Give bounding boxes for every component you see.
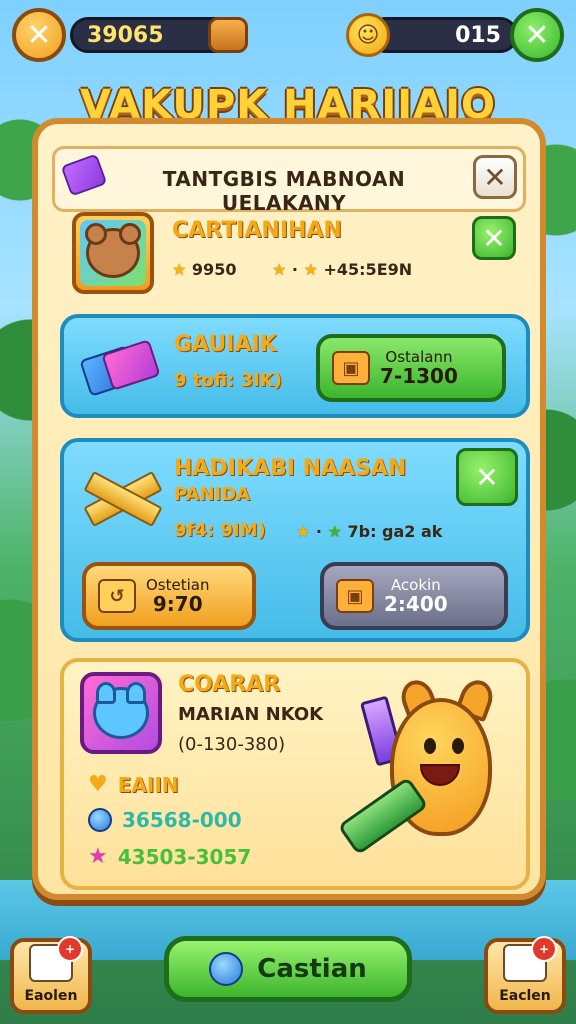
quest-left-button[interactable]: ↺ Ostetian 9:70 <box>82 562 256 630</box>
pet-avatar[interactable] <box>80 672 162 754</box>
character-range: (0-130-380) <box>178 734 286 755</box>
gem-count: 015 <box>455 22 501 48</box>
main-panel: TANTGBIS MABNOAN UELAKANY ✕ CARTIANIHAN … <box>32 118 546 900</box>
panel-subtitle: TANTGBIS MABNOAN UELAKANY <box>162 167 406 215</box>
character-card: COARAR MARIAN NKOK (0-130-380) ♥ EAIIN 3… <box>60 658 530 890</box>
bottom-left-label: Eaolen <box>24 988 78 1004</box>
notification-badge: + <box>57 936 83 962</box>
bottom-right-label: Eaclen <box>499 988 551 1004</box>
close-icon[interactable]: ✕ <box>12 8 66 62</box>
gem-cards-icon <box>79 339 161 397</box>
avatar[interactable] <box>72 212 154 294</box>
quest-rating: ★ · ★ 7b: ga2 ak <box>296 522 443 541</box>
quest-card: HADIKABI NAASAN PANIDA 9f4: 9IM) ★ · ★ 7… <box>60 438 530 642</box>
star-icon: ★ <box>303 260 318 279</box>
star-icon: ★ <box>272 260 287 279</box>
bottom-right-button[interactable]: + Eaclen <box>484 936 566 1014</box>
character-subtitle: MARIAN NKOK <box>178 704 324 725</box>
notification-badge: + <box>531 936 557 962</box>
chest-icon: ▣ <box>336 579 374 613</box>
bear-avatar-icon <box>85 223 141 278</box>
star-icon: ★ <box>88 844 108 869</box>
stat-line-3: ★ 43503-3057 <box>88 844 252 869</box>
crystal-icon <box>60 153 108 197</box>
phone-icon: + <box>503 936 557 982</box>
main-action-button[interactable]: Castian <box>164 936 412 1002</box>
quest-title: HADIKABI NAASAN <box>174 456 407 481</box>
close-icon[interactable]: ✕ <box>510 8 564 62</box>
star-icon: ★ <box>296 522 311 541</box>
coin-count: 39065 <box>87 22 164 48</box>
item-detail: 9 tofi: 3IK) <box>174 370 282 391</box>
item-buy-button[interactable]: ▣ Ostalann 7-1300 <box>316 334 506 402</box>
panel-header: TANTGBIS MABNOAN UELAKANY ✕ <box>52 146 526 215</box>
item-name: GAUIAIK <box>174 332 277 357</box>
arrow-icon: ↺ <box>98 579 136 613</box>
profile-rating: ★ · ★ +45:5E9N <box>272 260 413 279</box>
coin-add-button[interactable] <box>208 17 248 53</box>
character-name: COARAR <box>178 672 281 697</box>
smile-coin-icon: ☺ <box>346 13 390 57</box>
top-bar: ✕ 39065 015 ☺ ✕ <box>8 8 568 64</box>
gem-counter: 015 <box>368 17 518 53</box>
profile-row: CARTIANIHAN ★ 9950 ★ · ★ +45:5E9N ✕ <box>72 212 516 304</box>
close-icon[interactable]: ✕ <box>473 155 517 199</box>
remove-profile-button[interactable]: ✕ <box>472 216 516 260</box>
item-card: GAUIAIK 9 tofi: 3IK) ▣ Ostalann 7-1300 <box>60 314 530 418</box>
orb-icon <box>209 952 244 986</box>
bottom-left-button[interactable]: + Eaolen <box>10 936 92 1014</box>
profile-score: ★ 9950 <box>172 260 237 279</box>
main-action-label: Castian <box>257 954 367 984</box>
mascot-character <box>337 668 510 878</box>
quest-detail: 9f4: 9IM) <box>174 520 266 541</box>
chest-icon: ▣ <box>332 351 370 385</box>
quest-right-button[interactable]: ▣ Acokin 2:400 <box>320 562 508 630</box>
quest-subtitle: PANIDA <box>174 484 251 505</box>
blue-pet-icon <box>93 682 149 739</box>
remove-quest-button[interactable]: ✕ <box>456 448 518 506</box>
profile-name: CARTIANIHAN <box>172 218 342 243</box>
star-icon: ★ <box>172 260 187 279</box>
globe-icon <box>88 808 112 832</box>
gold-bars-icon <box>83 470 163 528</box>
heart-icon: ♥ <box>88 772 108 797</box>
shield-icon: + <box>29 936 83 982</box>
star-icon: ★ <box>327 522 342 541</box>
stat-line-2: 36568-000 <box>88 808 242 832</box>
stat-line-1: ♥ EAIIN <box>88 772 179 797</box>
